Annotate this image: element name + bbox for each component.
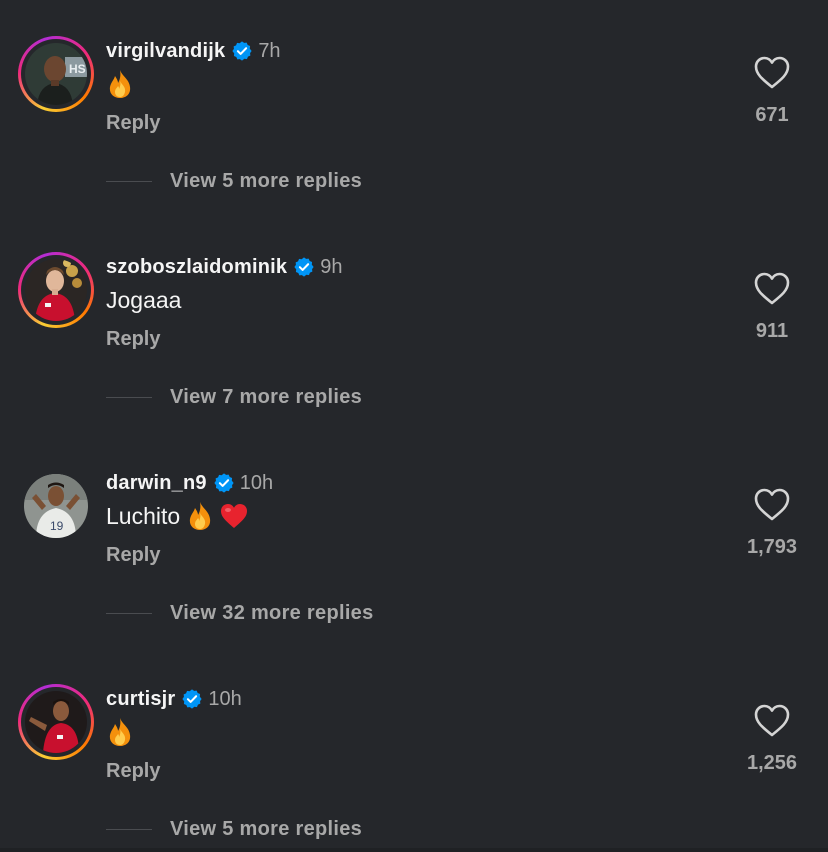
- comment-text: [106, 68, 134, 100]
- view-replies-label: View 7 more replies: [170, 385, 363, 408]
- like-count: 671: [755, 104, 789, 126]
- avatar-frame[interactable]: 19: [18, 468, 94, 544]
- red-heart-emoji: [220, 501, 248, 531]
- comment-timestamp: 7h: [258, 39, 281, 62]
- like-count: 911: [755, 320, 789, 342]
- comment-timestamp: 9h: [320, 255, 343, 278]
- comment-item: 19 darwin_n9 10h Luchito Reply 1,793 Vie…: [0, 432, 828, 648]
- like-group: 1,793: [726, 488, 818, 559]
- view-replies-button[interactable]: View 5 more replies: [106, 816, 362, 842]
- fire-emoji: [106, 717, 134, 747]
- comment-text: Luchito: [106, 500, 248, 532]
- reply-button[interactable]: Reply: [106, 544, 160, 567]
- verified-badge-icon: [293, 256, 315, 278]
- view-replies-button[interactable]: View 5 more replies: [106, 168, 362, 194]
- heart-outline-icon[interactable]: [754, 272, 790, 306]
- comment-timestamp: 10h: [208, 687, 242, 710]
- comment-text: [106, 716, 134, 748]
- like-group: 671: [726, 56, 818, 127]
- avatar: HS: [25, 43, 87, 105]
- comment-item: szoboszlaidominik 9h Jogaaa Reply 911 Vi…: [0, 216, 828, 432]
- reply-button[interactable]: Reply: [106, 112, 160, 135]
- like-count: 1,256: [746, 752, 798, 774]
- heart-outline-icon[interactable]: [754, 56, 790, 90]
- avatar-story-ring[interactable]: [18, 684, 94, 760]
- avatar: [25, 691, 87, 753]
- reply-thread-line: [106, 828, 152, 830]
- fire-emoji: [186, 501, 214, 531]
- avatar-story-ring[interactable]: HS: [18, 36, 94, 112]
- comment-username[interactable]: darwin_n9: [106, 472, 207, 495]
- like-count: 1,793: [746, 536, 798, 558]
- comment-username[interactable]: szoboszlaidominik: [106, 256, 287, 279]
- reply-button[interactable]: Reply: [106, 328, 160, 351]
- avatar: 19: [24, 474, 88, 538]
- comment-text-content: Luchito: [106, 502, 181, 529]
- reply-thread-line: [106, 180, 152, 182]
- view-replies-button[interactable]: View 32 more replies: [106, 600, 374, 626]
- comment-text-content: Jogaaa: [106, 286, 182, 313]
- comment-username[interactable]: curtisjr: [106, 688, 175, 711]
- like-group: 911: [726, 272, 818, 343]
- view-replies-label: View 32 more replies: [170, 601, 374, 624]
- verified-badge-icon: [181, 688, 203, 710]
- reply-thread-line: [106, 396, 152, 398]
- avatar: [25, 259, 87, 321]
- view-replies-label: View 5 more replies: [170, 169, 363, 192]
- comment-text: Jogaaa: [106, 284, 181, 316]
- comment-item: HS virgilvandijk 7h Reply 671 View 5 mor…: [0, 0, 828, 216]
- like-group: 1,256: [726, 704, 818, 775]
- view-replies-button[interactable]: View 7 more replies: [106, 384, 362, 410]
- reply-button[interactable]: Reply: [106, 760, 160, 783]
- heart-outline-icon[interactable]: [754, 704, 790, 738]
- verified-badge-icon: [231, 40, 253, 62]
- fire-emoji: [106, 69, 134, 99]
- verified-badge-icon: [213, 472, 235, 494]
- reply-thread-line: [106, 612, 152, 614]
- svg-text:HS: HS: [69, 62, 86, 76]
- comment-timestamp: 10h: [239, 471, 274, 494]
- comment-item: curtisjr 10h Reply 1,256 View 5 more rep…: [0, 648, 828, 852]
- svg-text:19: 19: [50, 519, 64, 533]
- avatar-story-ring[interactable]: [18, 252, 94, 328]
- comment-username[interactable]: virgilvandijk: [106, 40, 225, 63]
- heart-outline-icon[interactable]: [754, 488, 790, 522]
- view-replies-label: View 5 more replies: [170, 817, 363, 840]
- bottom-divider: [0, 848, 828, 852]
